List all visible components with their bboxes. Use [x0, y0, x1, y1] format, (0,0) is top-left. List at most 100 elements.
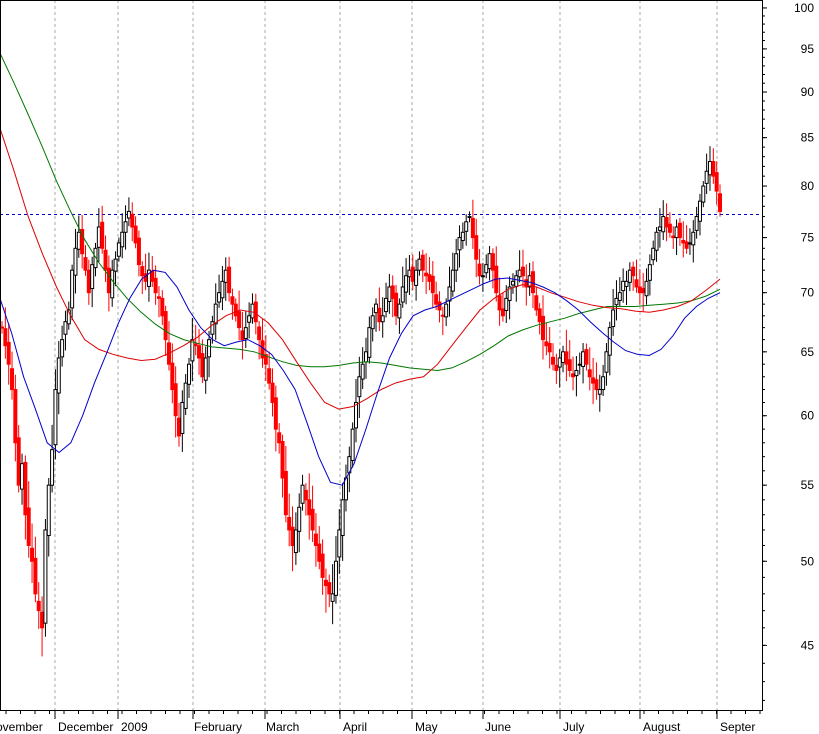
candle-body — [577, 363, 582, 366]
candle-body — [293, 529, 298, 554]
candle-body — [90, 264, 95, 290]
candle-body — [13, 389, 18, 444]
y-tick-label: 55 — [801, 478, 815, 492]
candle-body — [140, 266, 145, 277]
candle-body — [681, 239, 686, 244]
candle-body — [217, 292, 222, 303]
candle-body — [587, 369, 592, 378]
candle-body — [353, 402, 358, 429]
candle-body — [50, 449, 55, 486]
candle-body — [410, 266, 415, 282]
candle-body — [464, 221, 469, 232]
y-tick-label: 65 — [801, 345, 815, 359]
candle-body — [520, 266, 525, 277]
candle-body — [290, 526, 295, 546]
candle-body — [23, 461, 28, 516]
candle-body — [510, 280, 515, 286]
candle-body — [460, 231, 465, 241]
candle-body — [160, 297, 165, 317]
candle-body — [534, 295, 539, 311]
candle-body — [33, 557, 38, 595]
candle-body — [707, 161, 712, 176]
candle-body — [173, 383, 178, 417]
candle-body — [357, 376, 362, 398]
y-tick-label: 85 — [801, 131, 815, 145]
candle-body — [73, 247, 78, 276]
candle-body — [303, 489, 308, 501]
candle-body — [487, 253, 492, 270]
candle-body — [480, 275, 485, 278]
candle-body — [277, 432, 282, 444]
candle-body — [424, 272, 429, 277]
candle-body — [404, 275, 409, 293]
x-tick-label: Septer — [720, 720, 755, 734]
x-axis: ovember December 2009 February March April May… — [0, 710, 761, 734]
candle-body — [190, 339, 195, 362]
candle-body — [243, 327, 248, 340]
candle-body — [70, 269, 75, 309]
candle-body — [110, 269, 115, 299]
y-tick-label: 100 — [794, 1, 814, 15]
candle-body — [237, 311, 242, 329]
candle-body — [457, 237, 462, 251]
candle-body — [307, 499, 312, 516]
candle-body — [390, 285, 395, 299]
candle-body — [677, 222, 682, 239]
candle-body — [500, 308, 505, 317]
candle-body — [3, 328, 8, 347]
candle-body — [297, 506, 302, 532]
y-tick-label: 45 — [801, 638, 815, 652]
candle-body — [193, 343, 198, 347]
candle-body — [240, 330, 245, 341]
candle-body — [537, 308, 542, 323]
candle-body — [287, 516, 292, 531]
candle-body — [654, 231, 659, 251]
candle-body — [123, 221, 128, 233]
candle-body — [380, 315, 385, 323]
candlesticks — [0, 146, 722, 657]
candle-body — [581, 351, 586, 367]
candle-body — [36, 600, 41, 612]
candle-body — [126, 210, 131, 219]
candle-body — [617, 292, 622, 301]
candle-body — [417, 258, 422, 271]
candle-body — [420, 254, 425, 271]
x-tick-label: August — [643, 720, 681, 734]
candle-body — [130, 213, 135, 228]
candle-body — [504, 297, 509, 312]
candle-body — [257, 326, 262, 341]
candle-body — [203, 357, 208, 381]
candle-body — [76, 231, 81, 250]
candle-body — [557, 357, 562, 368]
candle-body — [470, 217, 475, 239]
candle-body — [374, 303, 379, 314]
candle-body — [597, 389, 602, 395]
y-tick-label: 90 — [801, 85, 815, 99]
x-tick-label: May — [415, 720, 438, 734]
candle-body — [337, 529, 342, 558]
candle-body — [270, 382, 275, 404]
candle-body — [310, 508, 315, 531]
candle-body — [350, 428, 355, 461]
candle-body — [230, 296, 235, 305]
candle-body — [647, 264, 652, 281]
candle-body — [223, 269, 228, 283]
candle-body — [16, 437, 21, 486]
candle-body — [574, 369, 579, 377]
candle-body — [330, 593, 335, 602]
candle-body — [103, 249, 108, 271]
candle-body — [497, 295, 502, 311]
candle-body — [30, 547, 35, 562]
candle-body — [394, 292, 399, 317]
candle-body — [651, 247, 656, 261]
candle-body — [367, 327, 372, 358]
candle-body — [704, 170, 709, 184]
candle-body — [106, 267, 111, 294]
candle-body — [691, 231, 696, 246]
candle-body — [447, 286, 452, 302]
candle-body — [170, 362, 175, 391]
candle-body — [53, 389, 58, 446]
candle-body — [26, 507, 31, 546]
candle-body — [197, 345, 202, 359]
candle-body — [644, 280, 649, 297]
